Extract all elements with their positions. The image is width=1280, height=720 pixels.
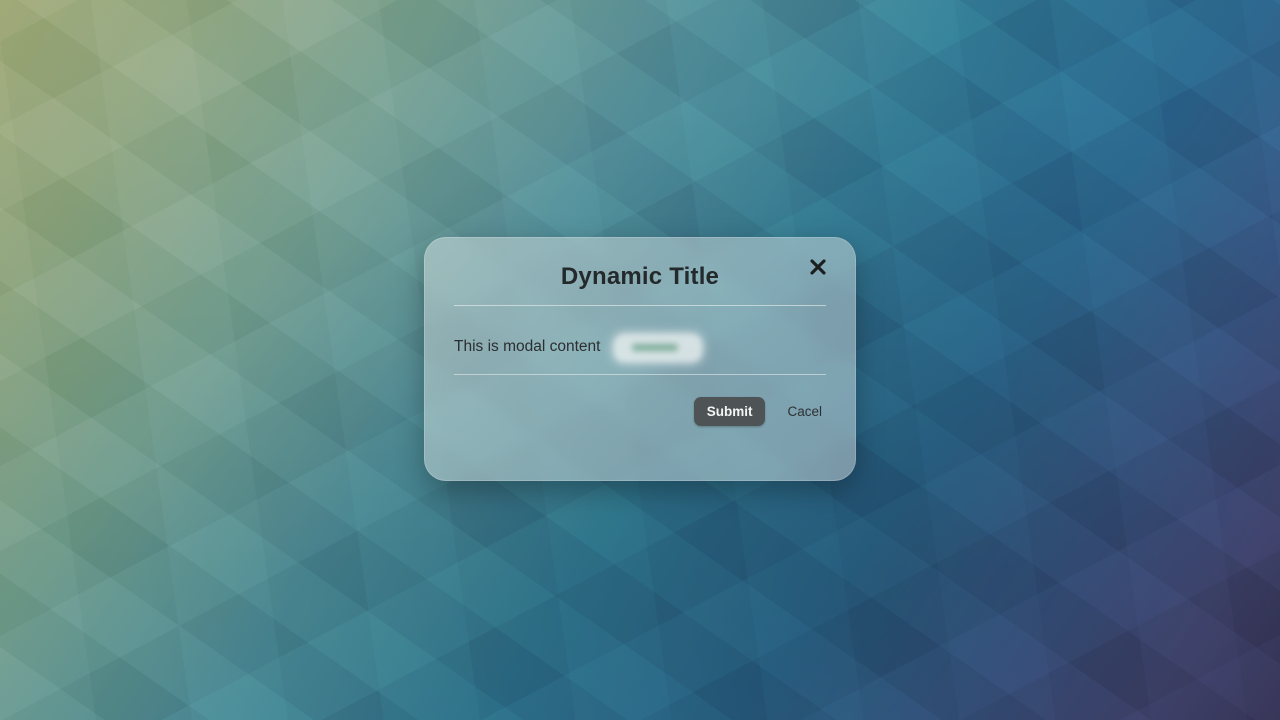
modal-title: Dynamic Title — [454, 263, 826, 291]
modal-footer: Submit Cacel — [454, 375, 826, 426]
modal-body: This is modal content — [454, 306, 826, 375]
submit-button[interactable]: Submit — [694, 397, 766, 426]
close-icon — [809, 258, 827, 276]
close-button[interactable] — [804, 253, 832, 281]
blurred-chip — [614, 334, 702, 362]
modal-dialog: Dynamic Title This is modal content Subm… — [424, 237, 856, 481]
modal-header: Dynamic Title — [454, 263, 826, 306]
cancel-button[interactable]: Cacel — [783, 397, 826, 426]
